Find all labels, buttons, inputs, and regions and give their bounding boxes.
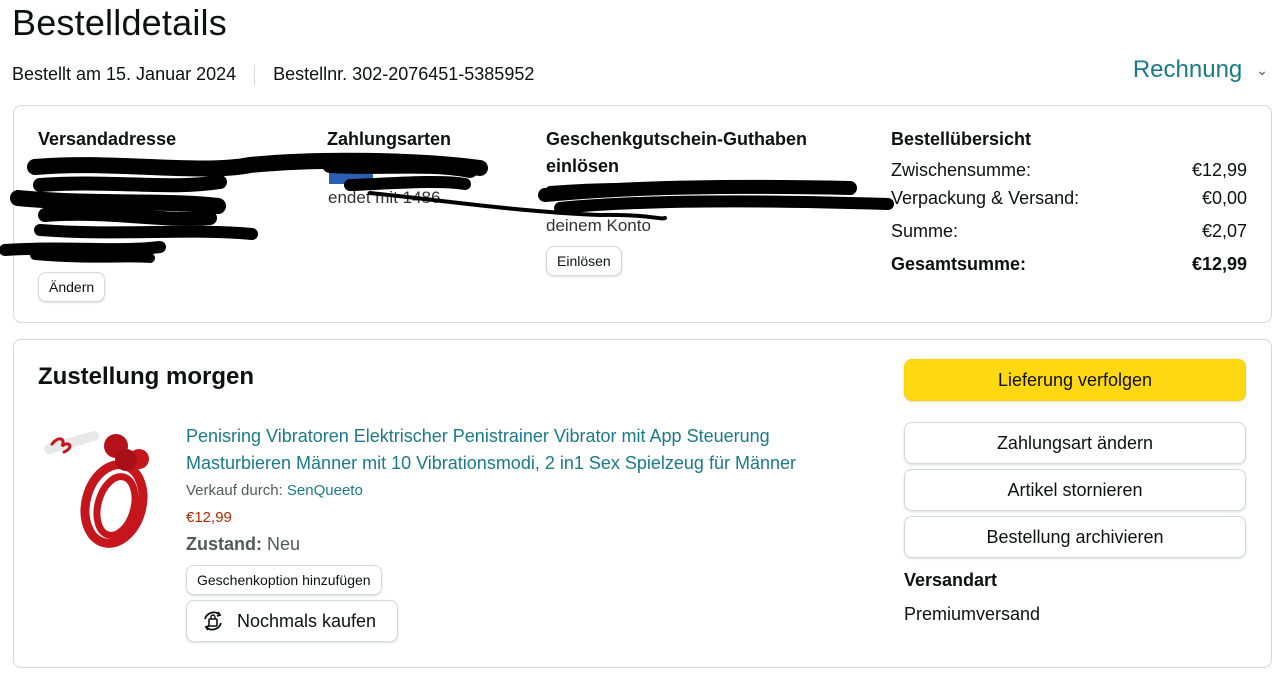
overview-row-shipping: Verpackung & Versand: €0,00 <box>891 188 1247 209</box>
cancel-item-button[interactable]: Artikel stornieren <box>904 469 1246 511</box>
subtotal-label: Zwischensumme: <box>891 160 1032 180</box>
total-label: Gesamtsumme: <box>891 254 1027 274</box>
shipping-cost-label: Verpackung & Versand: <box>891 188 1080 208</box>
sold-by: Verkauf durch: SenQueeto <box>186 482 363 499</box>
condition: Zustand: Neu <box>186 534 300 555</box>
giftcard-text-partial: deinem Konto <box>546 216 651 235</box>
overview-row-subtotal: Zwischensumme: €12,99 <box>891 160 1247 181</box>
product-price: €12,99 <box>186 509 232 526</box>
sold-by-label: Verkauf durch: <box>186 482 283 499</box>
condition-label: Zustand: <box>186 534 262 554</box>
shipping-cost-value: €0,00 <box>1201 188 1247 208</box>
total-value: €12,99 <box>1191 254 1247 274</box>
buy-again-label: Nochmals kaufen <box>237 610 377 631</box>
card-brand-icon <box>329 156 373 184</box>
giftcard-heading-line2: einlösen <box>546 156 620 176</box>
track-delivery-button[interactable]: Lieferung verfolgen <box>904 359 1246 401</box>
change-payment-button[interactable]: Zahlungsart ändern <box>904 422 1246 464</box>
shipping-method-value: Premiumversand <box>904 604 1041 624</box>
change-address-button[interactable]: Ändern <box>38 272 106 302</box>
payment-card-ending: endet mit 1486 <box>328 188 441 207</box>
add-gift-option-button[interactable]: Geschenkoption hinzufügen <box>186 565 382 595</box>
sum-label: Summe: <box>891 221 959 241</box>
subtotal-value: €12,99 <box>1191 160 1247 180</box>
product-thumbnail[interactable] <box>44 424 164 549</box>
overview-heading: Bestellübersicht <box>891 129 1032 149</box>
address-heading: Versandadresse <box>38 129 177 149</box>
order-meta: Bestellt am 15. Januar 2024 Bestellnr. 3… <box>12 64 534 85</box>
invoice-label: Rechnung <box>1132 56 1243 83</box>
product-title-link[interactable]: Penisring Vibratoren Elektrischer Penist… <box>186 423 876 477</box>
redeem-giftcard-button[interactable]: Einlösen <box>546 246 622 276</box>
overview-row-total: Gesamtsumme: €12,99 <box>891 254 1247 275</box>
payment-text-partial: d <box>460 158 470 177</box>
archive-order-button[interactable]: Bestellung archivieren <box>904 516 1246 558</box>
order-date: Bestellt am 15. Januar 2024 <box>12 64 237 84</box>
order-summary-card: Versandadresse Ändern Zahlungsarten d en… <box>13 105 1272 323</box>
page-title: Bestelldetails <box>12 2 227 43</box>
buy-again-button[interactable]: Nochmals kaufen <box>186 600 398 642</box>
payment-heading: Zahlungsarten <box>327 129 452 149</box>
buy-again-icon <box>204 611 222 631</box>
chevron-down-icon: ⌄ <box>1256 61 1268 78</box>
shipping-method-heading: Versandart <box>904 570 998 590</box>
order-number: Bestellnr. 302-2076451-5385952 <box>273 64 535 84</box>
delivery-heading: Zustellung morgen <box>38 363 254 390</box>
overview-row-sum: Summe: €2,07 <box>891 221 1247 242</box>
sum-value: €2,07 <box>1201 221 1247 241</box>
meta-divider <box>254 64 256 85</box>
delivery-card: Zustellung morgen Penisring Vibratoren E… <box>13 339 1272 668</box>
invoice-dropdown[interactable]: Rechnung ⌄ <box>1133 56 1268 84</box>
giftcard-heading-line1: Geschenkgutschein-Guthaben <box>546 129 808 149</box>
seller-link[interactable]: SenQueeto <box>287 482 363 499</box>
condition-value: Neu <box>267 534 301 554</box>
